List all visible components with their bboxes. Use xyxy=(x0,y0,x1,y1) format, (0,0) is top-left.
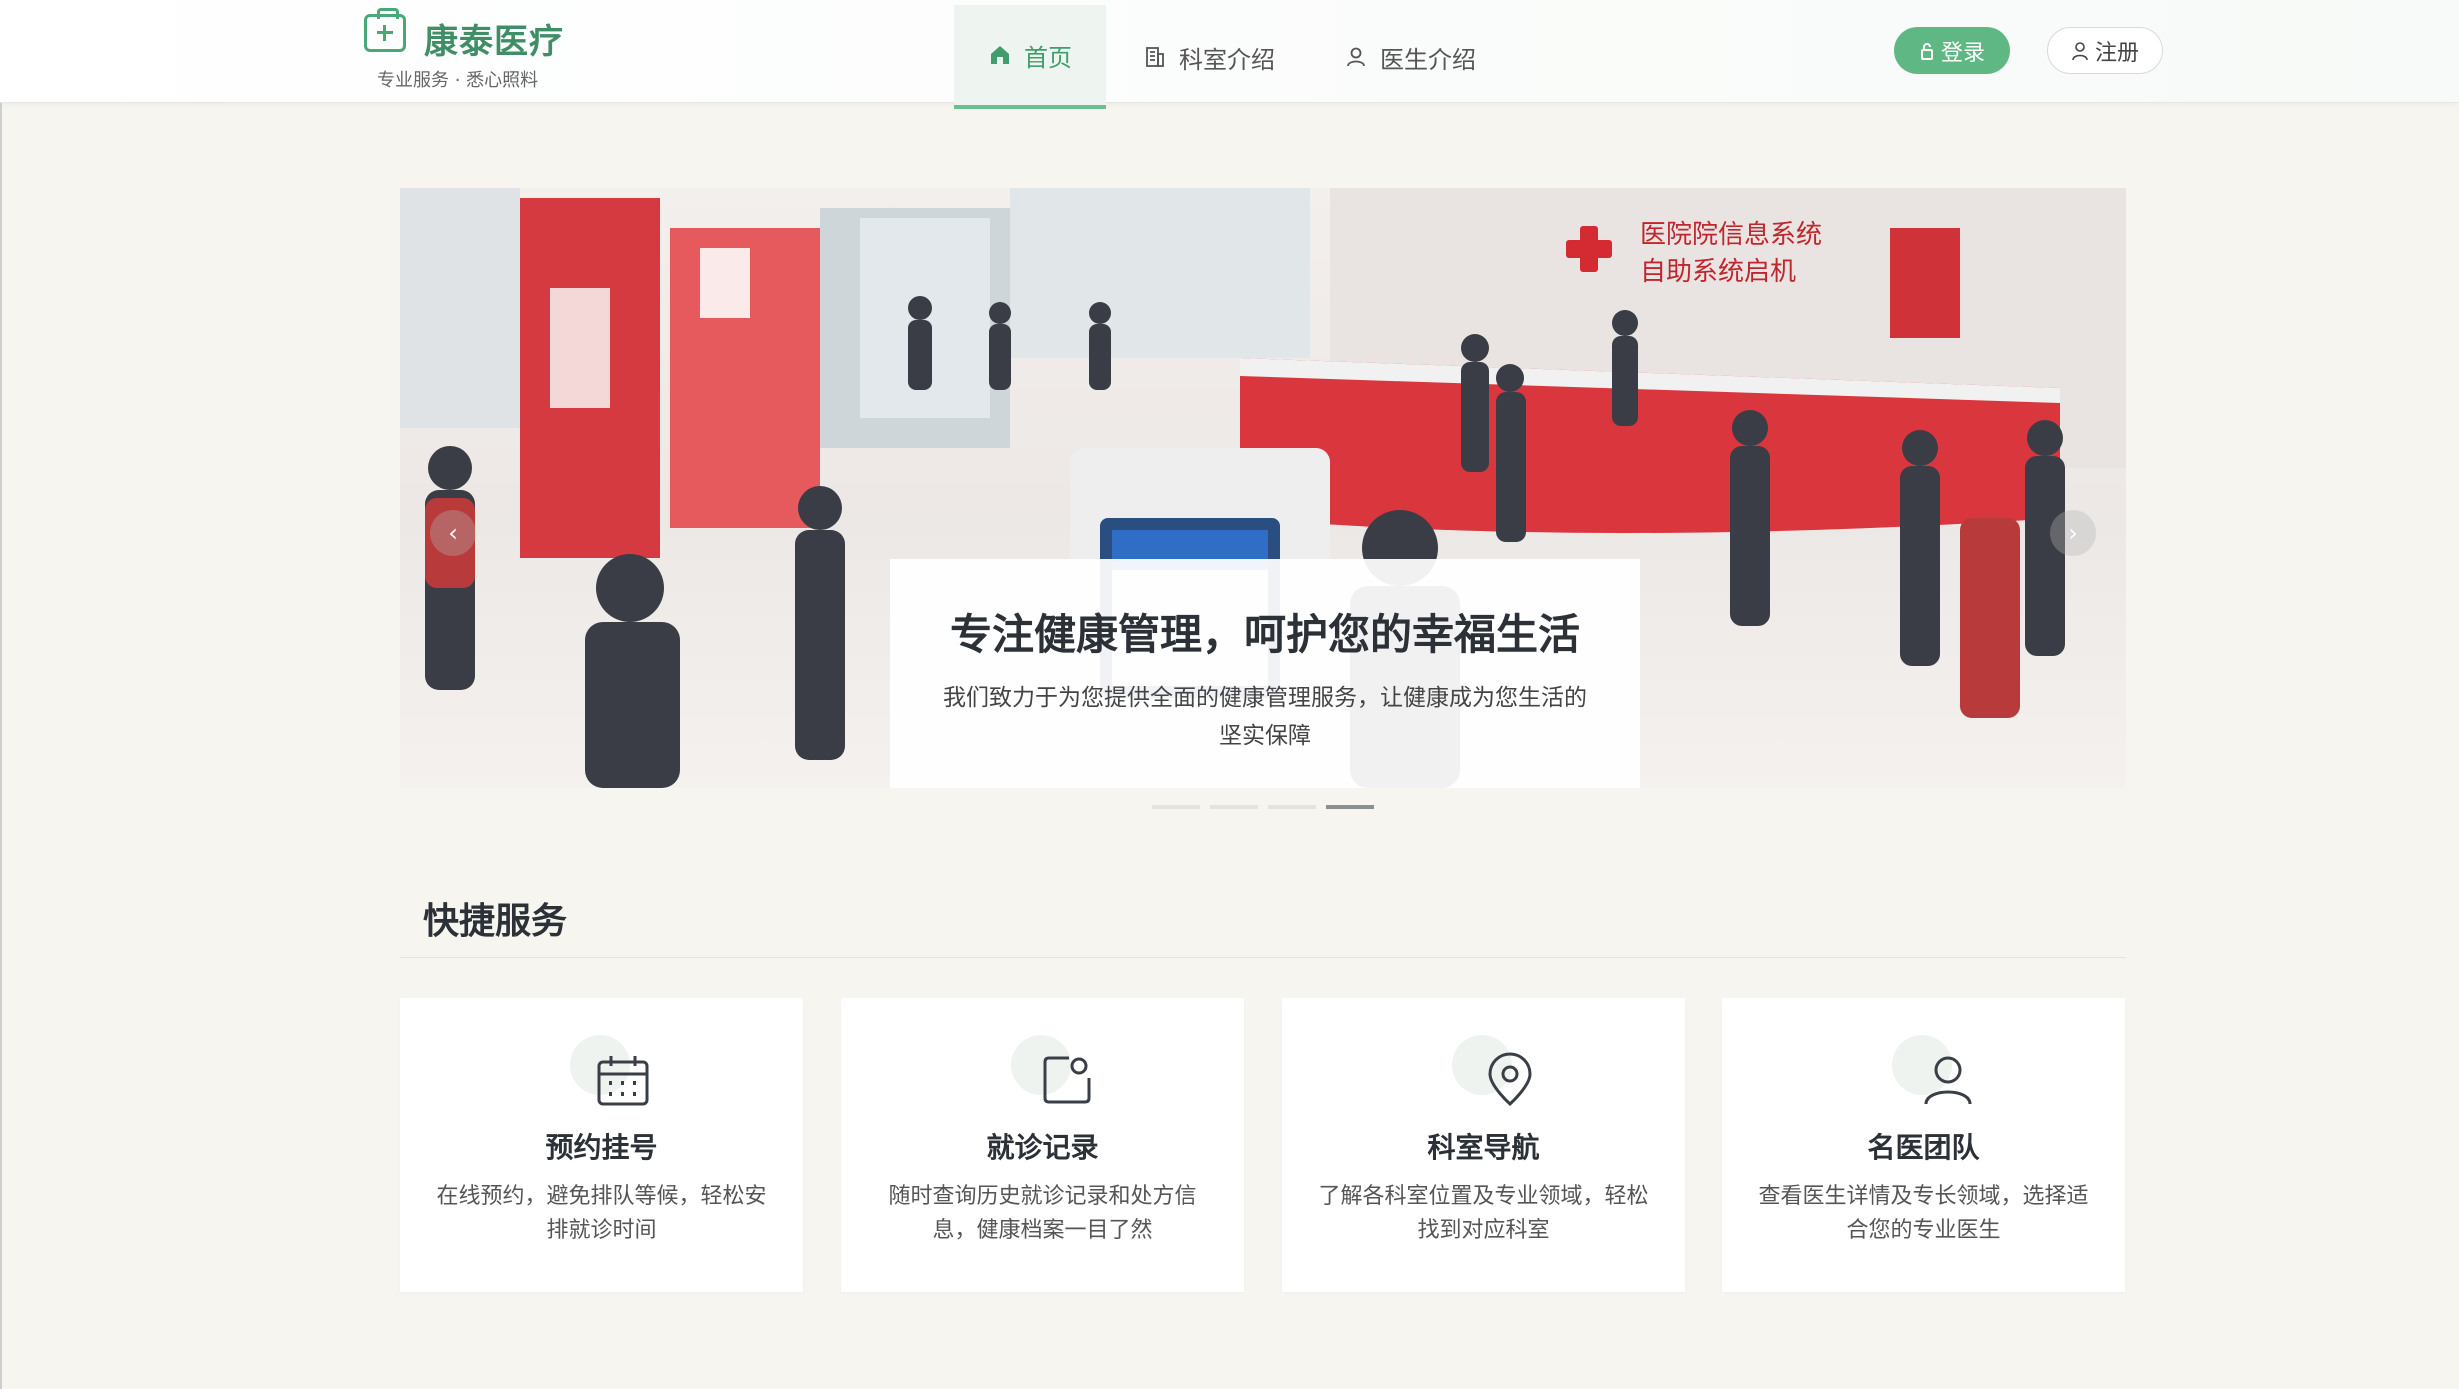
chevron-right-icon: › xyxy=(2068,519,2078,547)
nav-item-label: 科室介绍 xyxy=(1179,45,1275,74)
carousel-dot[interactable] xyxy=(1210,805,1258,809)
brand-name[interactable]: 康泰医疗 xyxy=(424,14,564,63)
sign-line-1: 医院院信息系统 xyxy=(1640,220,1822,250)
page-left-edge xyxy=(0,0,2,1389)
banner-title: 专注健康管理，呵护您的幸福生活 xyxy=(949,610,1580,659)
carousel-indicators xyxy=(1152,805,1374,809)
nav-item-doctors[interactable]: 医生介绍 xyxy=(1344,5,1476,109)
service-card-appointment[interactable]: 预约挂号 在线预约，避免排队等候，轻松安排就诊时间 xyxy=(400,998,803,1292)
carousel-dot[interactable] xyxy=(1268,805,1316,809)
login-button[interactable]: 登录 xyxy=(1894,27,2010,74)
carousel-dot[interactable] xyxy=(1152,805,1200,809)
calendar-icon xyxy=(597,1056,649,1106)
banner-caption: 专注健康管理，呵护您的幸福生活 我们致力于为您提供全面的健康管理服务，让健康成为… xyxy=(890,559,1640,788)
brand-tagline: 专业服务 · 悉心照料 xyxy=(377,70,539,91)
lock-icon xyxy=(1920,42,1933,60)
register-label: 注册 xyxy=(2094,39,2139,65)
chevron-left-icon: ‹ xyxy=(448,519,458,547)
card-description: 随时查询历史就诊记录和处方信息，健康档案一目了然 xyxy=(888,1184,1197,1243)
card-description: 在线预约，避免排队等候，轻松安排就诊时间 xyxy=(436,1184,767,1243)
home-icon xyxy=(991,46,1009,64)
card-title: 预约挂号 xyxy=(545,1131,658,1164)
banner-description: 我们致力于为您提供全面的健康管理服务，让健康成为您生活的坚实保障 xyxy=(943,685,1587,749)
location-pin-icon xyxy=(1488,1052,1532,1107)
carousel-prev-button[interactable]: ‹ xyxy=(430,510,476,556)
hero-carousel[interactable]: 医院院信息系统 自助系统启机 专注健康管理，呵护您的幸福生活 我们致力于为您提供… xyxy=(400,188,2126,788)
section-divider xyxy=(400,957,2126,958)
user-icon xyxy=(1924,1056,1972,1105)
card-description: 了解各科室位置及专业领域，轻松找到对应科室 xyxy=(1318,1184,1649,1243)
medical-kit-icon xyxy=(364,8,406,52)
top-header: 康泰医疗 专业服务 · 悉心照料 首页 科室介绍 医生介绍 登录 注册 xyxy=(0,0,2459,109)
service-card-navigation[interactable]: 科室导航 了解各科室位置及专业领域，轻松找到对应科室 xyxy=(1282,998,1685,1292)
nav-item-home[interactable]: 首页 xyxy=(954,5,1106,109)
building-icon xyxy=(1146,47,1164,67)
register-button[interactable]: 注册 xyxy=(2047,27,2163,74)
card-title: 就诊记录 xyxy=(986,1131,1099,1164)
service-card-doctors[interactable]: 名医团队 查看医生详情及专长领域，选择适合您的专业医生 xyxy=(1722,998,2125,1292)
card-title: 名医团队 xyxy=(1867,1131,1980,1164)
carousel-dot-active[interactable] xyxy=(1326,805,1374,809)
carousel-next-button[interactable]: › xyxy=(2050,510,2096,556)
card-title: 科室导航 xyxy=(1427,1131,1540,1164)
nav-item-label: 医生介绍 xyxy=(1380,45,1476,74)
service-card-records[interactable]: 就诊记录 随时查询历史就诊记录和处方信息，健康档案一目了然 xyxy=(841,998,1244,1292)
login-label: 登录 xyxy=(1940,39,1985,65)
nav-item-departments[interactable]: 科室介绍 xyxy=(1143,5,1275,109)
record-icon xyxy=(1043,1056,1091,1104)
user-icon xyxy=(2072,41,2088,60)
card-description: 查看医生详情及专长领域，选择适合您的专业医生 xyxy=(1758,1184,2089,1243)
user-icon xyxy=(1347,47,1365,67)
nav-item-label: 首页 xyxy=(1024,43,1072,72)
sign-line-2: 自助系统启机 xyxy=(1640,257,1796,287)
section-title: 快捷服务 xyxy=(423,901,568,942)
